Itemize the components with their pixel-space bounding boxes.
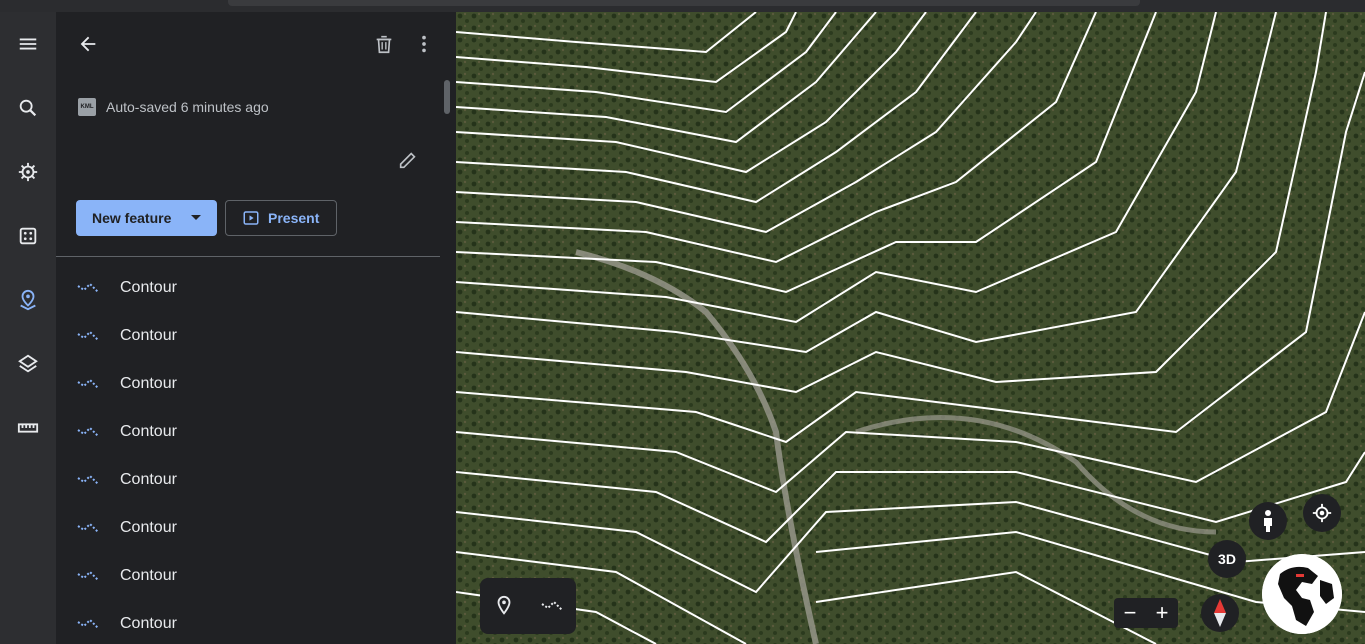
add-placemark-button[interactable] [488, 590, 520, 622]
feature-list-item[interactable]: Contour [56, 408, 440, 456]
feature-list-item[interactable]: Contour [56, 264, 440, 312]
browser-top-strip [0, 0, 1365, 12]
feature-list-item[interactable]: Contour [56, 312, 440, 360]
path-icon [77, 618, 99, 629]
my-location-button[interactable] [1303, 494, 1341, 532]
placemark-icon [497, 595, 511, 615]
voyager-button[interactable] [8, 152, 48, 192]
autosave-status: KML Auto-saved 6 minutes ago [78, 98, 269, 116]
dropdown-caret-icon [191, 215, 201, 220]
path-icon [77, 378, 99, 389]
feature-list: Contour Contour Contour Contour Contour … [56, 264, 440, 644]
back-button[interactable] [72, 28, 104, 60]
menu-button[interactable] [8, 24, 48, 64]
projects-button[interactable] [8, 280, 48, 320]
arrow-back-icon [80, 36, 96, 52]
search-button[interactable] [8, 88, 48, 128]
path-icon [77, 570, 99, 581]
zoom-out-button[interactable]: − [1115, 598, 1145, 628]
nav-rail [0, 12, 56, 644]
compass-button[interactable] [1201, 594, 1239, 632]
more-options-button[interactable] [408, 28, 440, 60]
measure-icon [17, 423, 39, 433]
delete-button[interactable] [368, 28, 400, 60]
kml-file-icon: KML [78, 98, 96, 116]
path-icon [77, 282, 99, 293]
menu-icon [19, 38, 37, 50]
globe-icon [1262, 554, 1342, 634]
pegman-icon [1264, 510, 1272, 532]
feature-label: Contour [120, 375, 177, 392]
panel-scrollbar[interactable] [444, 80, 450, 114]
pegman-button[interactable] [1249, 502, 1287, 540]
autosave-text: Auto-saved 6 minutes ago [106, 99, 269, 115]
feature-label: Contour [120, 279, 177, 296]
path-icon [77, 330, 99, 341]
feature-label: Contour [120, 423, 177, 440]
mini-globe[interactable] [1262, 554, 1342, 634]
toggle-3d-button[interactable]: 3D [1208, 540, 1246, 578]
panel-divider [56, 256, 440, 257]
project-panel: KML Auto-saved 6 minutes ago New feature… [56, 12, 456, 644]
address-bar[interactable] [228, 0, 1140, 6]
feature-list-item[interactable]: Contour [56, 456, 440, 504]
feature-list-item[interactable]: Contour [56, 600, 440, 644]
present-button[interactable]: Present [225, 200, 337, 236]
trash-icon [376, 35, 392, 54]
feature-list-item[interactable]: Contour [56, 504, 440, 552]
present-icon [243, 211, 259, 225]
new-feature-button[interactable]: New feature [76, 200, 217, 236]
feature-list-item[interactable]: Contour [56, 552, 440, 600]
more-vert-icon [422, 35, 426, 53]
path-icon [541, 600, 563, 611]
feature-label: Contour [120, 567, 177, 584]
voyager-icon [18, 162, 38, 182]
compass-icon [1214, 599, 1226, 627]
path-icon [77, 474, 99, 485]
layers-button[interactable] [8, 344, 48, 384]
path-icon [77, 426, 99, 437]
my-location-icon [1312, 503, 1332, 523]
drawing-toolbar [480, 578, 576, 634]
zoom-controls: − + [1114, 598, 1178, 628]
feature-label: Contour [120, 471, 177, 488]
layers-icon [18, 354, 38, 373]
feature-label: Contour [120, 615, 177, 632]
measure-button[interactable] [8, 408, 48, 448]
map-view[interactable]: 3D − + [456, 12, 1365, 644]
feeling-lucky-button[interactable] [8, 216, 48, 256]
pencil-icon [399, 152, 416, 169]
projects-icon [20, 289, 36, 311]
edit-project-button[interactable] [392, 144, 424, 176]
feeling-lucky-icon [19, 227, 37, 245]
feature-list-item[interactable]: Contour [56, 360, 440, 408]
path-icon [77, 522, 99, 533]
new-feature-label: New feature [92, 210, 172, 226]
present-label: Present [268, 210, 320, 226]
search-icon [19, 99, 37, 117]
feature-label: Contour [120, 519, 177, 536]
feature-label: Contour [120, 327, 177, 344]
zoom-in-button[interactable]: + [1147, 598, 1177, 628]
draw-line-button[interactable] [536, 590, 568, 622]
